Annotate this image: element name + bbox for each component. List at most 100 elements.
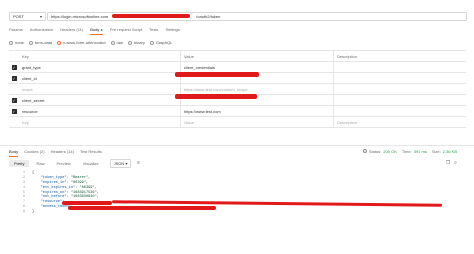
redaction-resource (62, 201, 112, 205)
response-tab-body[interactable]: Body (9, 149, 19, 157)
row-key[interactable]: client_id (19, 76, 180, 81)
globe-icon[interactable] (362, 149, 367, 153)
redaction-client-id (175, 72, 259, 77)
response-tab-headers[interactable]: Headers (14) (51, 149, 74, 157)
row-checkbox[interactable]: ✓ (11, 64, 17, 70)
tab-params[interactable]: Params (9, 27, 23, 35)
tab-authorization[interactable]: Authorization (30, 27, 53, 35)
section-divider (0, 145, 474, 146)
json-value: "86399", (79, 185, 97, 190)
params-table: Key Value Description ✓ grant_type clien… (9, 50, 466, 128)
json-value: "86399", (70, 180, 89, 185)
format-select[interactable]: JSON ▾ (109, 159, 132, 168)
radio-binary[interactable]: binary (127, 40, 145, 45)
chevron-down-icon: ▾ (125, 161, 128, 166)
json-key: "token_type" (40, 175, 67, 180)
row-key[interactable]: client_secret (19, 98, 180, 103)
row-checkbox[interactable]: ✓ (11, 108, 17, 114)
row-checkbox-cell: ✓ (9, 75, 19, 81)
size-value[interactable]: 2.36 KB (443, 149, 457, 154)
json-value: "Bearer", (70, 175, 91, 180)
radio-raw[interactable]: raw (110, 40, 123, 45)
radio-label: GraphQL (155, 40, 173, 45)
method-label: POST (13, 14, 24, 19)
line-number: 9 (22, 210, 25, 215)
status-value[interactable]: 200 OK (383, 149, 397, 154)
header-key: Key (22, 53, 29, 59)
response-tab-cookies[interactable]: Cookies (2) (24, 149, 44, 157)
row-key[interactable]: grant_type (19, 65, 180, 70)
response-status-bar: Status: 200 OK Time: 391 ms Size: 2.36 K… (361, 149, 457, 154)
radio-circle (9, 40, 13, 45)
row-checkbox-cell: ✓ (9, 108, 19, 114)
chevron-down-icon: ▾ (39, 14, 42, 19)
row-value[interactable]: https://www.test.com (180, 106, 333, 116)
radio-none[interactable]: none (9, 40, 24, 45)
header-value: Value (180, 51, 333, 61)
row-description[interactable] (333, 106, 466, 116)
radio-circle-selected (57, 40, 62, 45)
row-checkbox[interactable]: ✓ (11, 97, 17, 103)
row-checkbox-cell: ✓ (9, 64, 19, 70)
tab-body[interactable]: Body ● (90, 27, 103, 35)
method-select[interactable]: POST ▾ (9, 12, 46, 21)
row-key[interactable]: resource (19, 109, 180, 114)
view-raw-button[interactable]: Raw (31, 160, 49, 167)
row-value[interactable]: https://www.test.com/custom_scope (180, 84, 333, 94)
search-icon[interactable]: ⌕ (454, 160, 457, 166)
radio-circle (127, 40, 132, 45)
row-key[interactable]: scope (19, 87, 180, 92)
tab-settings[interactable]: Settings (165, 27, 179, 35)
row-description[interactable] (333, 73, 466, 83)
url-prefix: https://login.microsoftonline.com (51, 14, 109, 19)
redaction-url (112, 14, 190, 18)
radio-circle (28, 40, 33, 45)
copy-icon[interactable]: ❐ (446, 160, 450, 166)
json-value: "1683917536", (70, 190, 99, 195)
radio-label: x-www-form-urlencoded (63, 40, 106, 45)
radio-circle (110, 40, 115, 45)
format-label: JSON (113, 161, 125, 166)
url-input[interactable]: https://login.microsoftonline.com /oauth… (47, 12, 467, 21)
row-description[interactable] (333, 84, 466, 94)
tab-headers[interactable]: Headers (11) (60, 27, 83, 35)
radio-label: raw (116, 40, 123, 45)
redaction-client-secret (175, 94, 257, 99)
radio-label: form-data (34, 40, 53, 45)
table-row-placeholder: Key Value Description (9, 117, 466, 128)
row-value[interactable]: client_credentials (180, 62, 333, 72)
view-visualize-button[interactable]: Visualize (78, 160, 104, 167)
response-tab-test-results[interactable]: Test Results (80, 149, 102, 157)
body-type-radios: none form-data x-www-form-urlencoded raw… (9, 40, 177, 45)
json-key: "resource" (40, 200, 63, 205)
view-preview-button[interactable]: Preview (51, 160, 75, 167)
tab-body-label: Body (90, 27, 100, 32)
row-description[interactable] (333, 62, 466, 72)
radio-form-data[interactable]: form-data (28, 40, 53, 45)
response-tools: ❐ ⌕ (446, 160, 457, 166)
response-tabs: Body Cookies (2) Headers (14) Test Resul… (9, 149, 108, 157)
tab-pre-request-script[interactable]: Pre-request Script (110, 27, 142, 35)
size-label: Size: (431, 149, 441, 154)
row-description[interactable] (333, 95, 466, 105)
json-key: "expires_on" (40, 190, 67, 195)
json-key: "access_token" (40, 205, 71, 210)
new-key-input[interactable]: Key (19, 120, 180, 125)
new-description-input[interactable]: Description (333, 117, 466, 127)
json-key: "expires_in" (40, 180, 67, 185)
row-checkbox[interactable]: ✓ (11, 75, 17, 81)
radio-graphql[interactable]: GraphQL (149, 40, 173, 45)
json-key: "not_before" (40, 195, 67, 200)
radio-circle (149, 40, 154, 45)
radio-urlencoded[interactable]: x-www-form-urlencoded (57, 40, 106, 45)
new-value-input[interactable]: Value (180, 117, 333, 127)
wrap-lines-icon[interactable]: ≡ (137, 160, 140, 166)
view-pretty-button[interactable]: Pretty (9, 160, 30, 167)
time-label: Time: (401, 149, 412, 154)
header-description: Description (333, 51, 466, 61)
radio-label: binary (133, 40, 145, 45)
time-value[interactable]: 391 ms (414, 149, 427, 154)
tab-tests[interactable]: Tests (149, 27, 158, 35)
table-row: ✓ resource https://www.test.com (9, 106, 466, 117)
tab-body-dot: ● (100, 27, 103, 32)
